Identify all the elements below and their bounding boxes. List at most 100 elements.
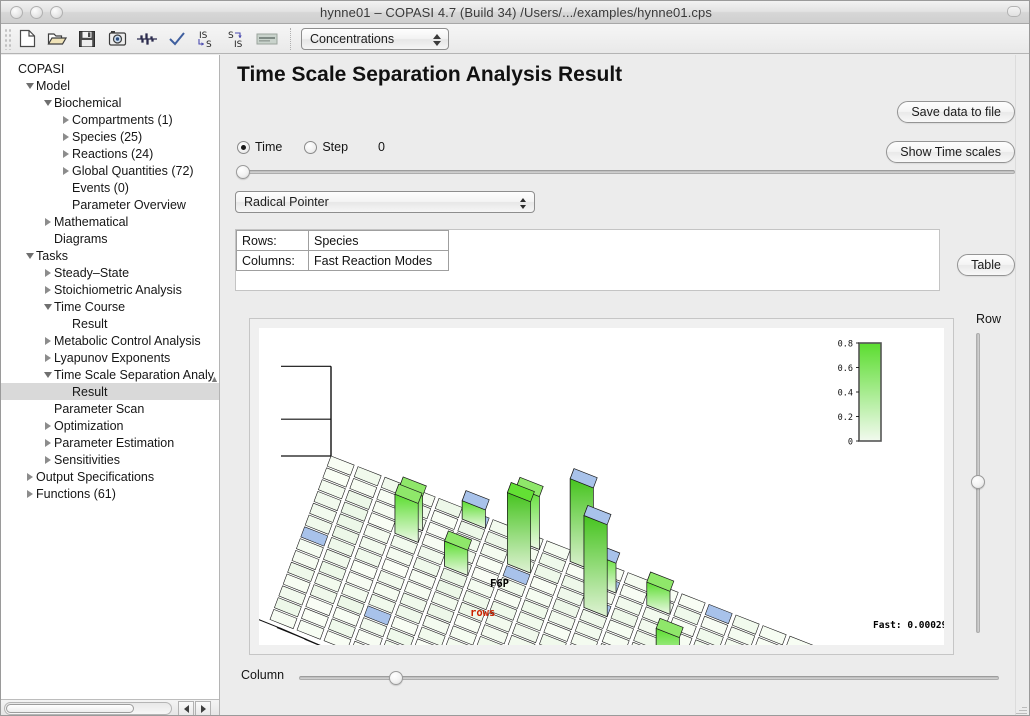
plot-frame: F6P rows Fast: 0.000293918 0.8 0.6 0.4 0.2 0 bbox=[249, 318, 954, 655]
sidebar-item-sensitivities[interactable]: Sensitivities bbox=[1, 451, 219, 468]
sidebar-horizontal-scrollbar[interactable] bbox=[1, 699, 219, 715]
sidebar-item-lyapunov-exponents[interactable]: Lyapunov Exponents bbox=[1, 349, 219, 366]
sidebar-item-stoichiometric-analysis[interactable]: Stoichiometric Analysis bbox=[1, 281, 219, 298]
sidebar-item-model[interactable]: Model bbox=[1, 77, 219, 94]
scrollbar-track[interactable] bbox=[4, 702, 172, 715]
chevron-down-icon[interactable] bbox=[23, 82, 36, 89]
sidebar-item-metabolic-control-analysis[interactable]: Metabolic Control Analysis bbox=[1, 332, 219, 349]
sidebar-item-time-course[interactable]: Time Course bbox=[1, 298, 219, 315]
is-to-s-icon[interactable]: IS S bbox=[192, 26, 222, 52]
quantity-unit-combo[interactable]: Concentrations bbox=[301, 27, 449, 50]
new-document-icon[interactable] bbox=[12, 26, 42, 52]
colorbar-tick-label: 0 bbox=[848, 438, 853, 448]
bar3d-plot: F6P rows Fast: 0.000293918 0.8 0.6 0.4 0.2 0 bbox=[259, 340, 944, 645]
window-resize-button[interactable] bbox=[1007, 6, 1021, 17]
model-tree[interactable]: COPASI Model Biochemical Compartments (1) Sp… bbox=[1, 55, 219, 502]
chevron-right-icon[interactable] bbox=[23, 472, 36, 481]
radio-step[interactable] bbox=[304, 140, 318, 154]
resize-grip-icon[interactable] bbox=[1015, 703, 1027, 715]
chevron-right-icon[interactable] bbox=[59, 149, 72, 158]
chevron-right-icon[interactable] bbox=[41, 268, 54, 277]
sidebar-item-global-quantities-72[interactable]: Global Quantities (72) bbox=[1, 162, 219, 179]
sidebar-item-tasks[interactable]: Tasks bbox=[1, 247, 219, 264]
svg-text:IS: IS bbox=[234, 40, 243, 49]
sidebar-item-copasi[interactable]: COPASI bbox=[1, 60, 219, 77]
plot-icon[interactable] bbox=[132, 26, 162, 52]
time-slider[interactable] bbox=[236, 165, 1015, 179]
sidebar-item-species-25[interactable]: Species (25) bbox=[1, 128, 219, 145]
sidebar-item-parameter-estimation[interactable]: Parameter Estimation bbox=[1, 434, 219, 451]
sidebar-item-result[interactable]: Result bbox=[1, 383, 219, 400]
sidebar-item-label: Diagrams bbox=[54, 231, 108, 246]
sidebar-item-output-specifications[interactable]: Output Specifications bbox=[1, 468, 219, 485]
columns-key: Columns: bbox=[236, 250, 309, 271]
plot-canvas[interactable]: F6P rows Fast: 0.000293918 0.8 0.6 0.4 0.2 0 bbox=[259, 328, 944, 645]
scroll-right-icon[interactable] bbox=[195, 701, 211, 715]
table-button[interactable]: Table bbox=[957, 254, 1015, 276]
chevron-down-icon[interactable] bbox=[41, 99, 54, 106]
chevron-right-icon[interactable] bbox=[41, 336, 54, 345]
matrix-select-stepper-icon[interactable] bbox=[516, 194, 529, 212]
sidebar-item-events-0[interactable]: Events (0) bbox=[1, 179, 219, 196]
plot-label: Fast: 0.000293918 bbox=[873, 620, 944, 631]
scroll-left-icon[interactable] bbox=[178, 701, 194, 715]
column-slider-label: Column bbox=[241, 668, 285, 682]
report-icon[interactable] bbox=[252, 26, 282, 52]
chevron-down-icon[interactable] bbox=[23, 252, 36, 259]
chevron-right-icon[interactable] bbox=[41, 217, 54, 226]
column-slider-track[interactable] bbox=[299, 676, 999, 680]
s-to-is-icon[interactable]: S IS bbox=[222, 26, 252, 52]
matrix-info-panel: Rows: Species Columns: Fast Reaction Mod… bbox=[235, 229, 940, 291]
sidebar-item-label: Time Course bbox=[54, 299, 126, 314]
toolbar-grip[interactable] bbox=[4, 27, 12, 50]
sidebar-item-time-scale-separation-analy[interactable]: Time Scale Separation Analy bbox=[1, 366, 219, 383]
chevron-right-icon[interactable] bbox=[59, 166, 72, 175]
sidebar-item-parameter-overview[interactable]: Parameter Overview bbox=[1, 196, 219, 213]
chevron-down-icon[interactable] bbox=[41, 371, 54, 378]
columns-value: Fast Reaction Modes bbox=[308, 250, 449, 271]
check-icon[interactable] bbox=[162, 26, 192, 52]
scrollbar-thumb[interactable] bbox=[6, 704, 134, 713]
sidebar-item-diagrams[interactable]: Diagrams bbox=[1, 230, 219, 247]
toolbar: IS S S IS Concentrations bbox=[1, 24, 1029, 54]
matrix-select[interactable]: Radical Pointer bbox=[235, 191, 535, 213]
step-value: 0 bbox=[378, 140, 385, 154]
scroll-up-caret-icon[interactable]: ▲ bbox=[210, 375, 219, 384]
sidebar-item-functions-61[interactable]: Functions (61) bbox=[1, 485, 219, 502]
row-slider[interactable] bbox=[971, 333, 985, 633]
sidebar-item-result[interactable]: Result bbox=[1, 315, 219, 332]
column-slider[interactable] bbox=[299, 671, 999, 685]
save-data-to-file-button[interactable]: Save data to file bbox=[897, 101, 1015, 123]
chevron-right-icon[interactable] bbox=[41, 421, 54, 430]
sidebar-item-steady-state[interactable]: Steady–State bbox=[1, 264, 219, 281]
time-slider-knob[interactable] bbox=[236, 165, 250, 179]
combo-stepper-icon[interactable] bbox=[430, 31, 444, 49]
save-floppy-icon[interactable] bbox=[72, 26, 102, 52]
time-slider-track[interactable] bbox=[237, 170, 1015, 174]
sidebar-item-mathematical[interactable]: Mathematical bbox=[1, 213, 219, 230]
sidebar-item-parameter-scan[interactable]: Parameter Scan bbox=[1, 400, 219, 417]
radio-time[interactable] bbox=[237, 140, 250, 154]
show-time-scales-button[interactable]: Show Time scales bbox=[886, 141, 1015, 163]
time-step-radio-group: Time Step 0 bbox=[237, 140, 385, 154]
tree-scroll-indicator[interactable]: ▲ bbox=[210, 375, 219, 455]
sidebar-item-biochemical[interactable]: Biochemical bbox=[1, 94, 219, 111]
navigation-sidebar[interactable]: COPASI Model Biochemical Compartments (1) Sp… bbox=[1, 55, 220, 715]
chevron-down-icon[interactable] bbox=[41, 303, 54, 310]
camera-icon[interactable] bbox=[102, 26, 132, 52]
chevron-right-icon[interactable] bbox=[23, 489, 36, 498]
chevron-right-icon[interactable] bbox=[59, 115, 72, 124]
column-slider-knob[interactable] bbox=[389, 671, 403, 685]
sidebar-item-compartments-1[interactable]: Compartments (1) bbox=[1, 111, 219, 128]
sidebar-item-optimization[interactable]: Optimization bbox=[1, 417, 219, 434]
chevron-right-icon[interactable] bbox=[41, 455, 54, 464]
plot-cell bbox=[786, 635, 814, 645]
chevron-right-icon[interactable] bbox=[41, 353, 54, 362]
chevron-right-icon[interactable] bbox=[41, 438, 54, 447]
open-folder-icon[interactable] bbox=[42, 26, 72, 52]
chevron-right-icon[interactable] bbox=[41, 285, 54, 294]
sidebar-item-reactions-24[interactable]: Reactions (24) bbox=[1, 145, 219, 162]
chevron-right-icon[interactable] bbox=[59, 132, 72, 141]
row-slider-knob[interactable] bbox=[971, 475, 985, 489]
scrollbar-arrows[interactable] bbox=[178, 701, 211, 715]
